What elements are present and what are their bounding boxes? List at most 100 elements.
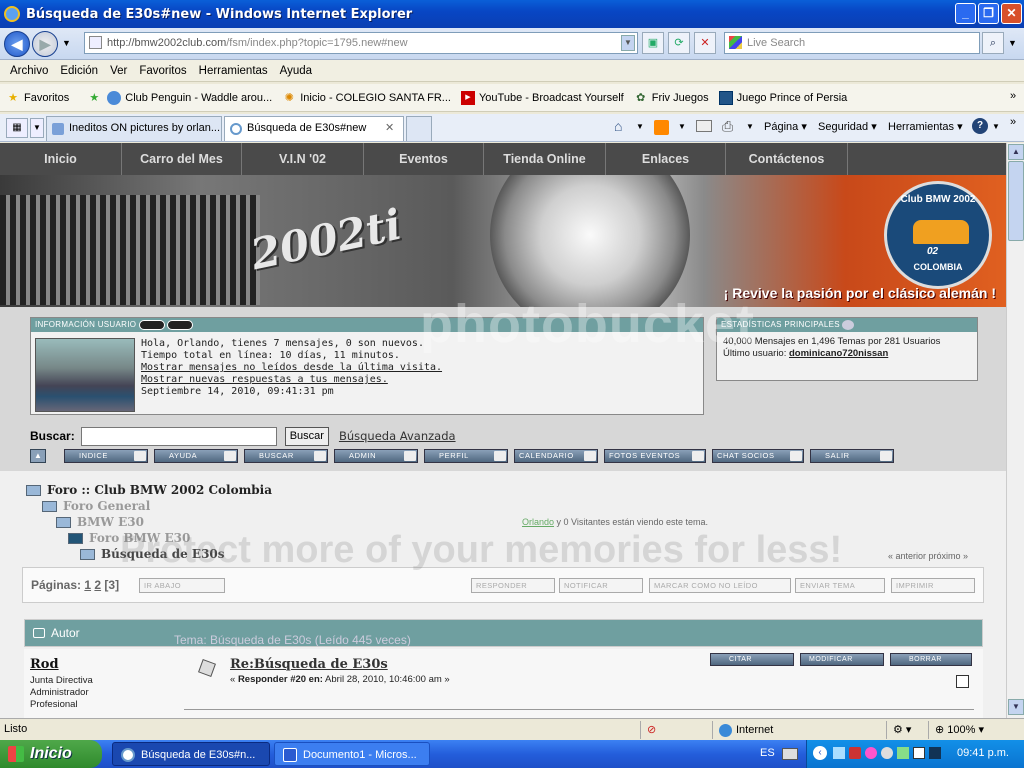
security-alert-icon[interactable]	[849, 747, 861, 759]
tools-menu[interactable]: Herramientas ▾	[888, 120, 963, 133]
stop-icon[interactable]: ✕	[694, 32, 716, 54]
network-icon[interactable]	[833, 747, 845, 759]
post-author-link[interactable]: Rod	[30, 657, 59, 672]
nav-eventos[interactable]: Eventos	[364, 143, 484, 175]
salir-button[interactable]: SALIR	[810, 449, 894, 463]
language-indicator[interactable]: ES	[760, 747, 775, 759]
favorite-club-penguin[interactable]: Club Penguin - Waddle arou...	[107, 90, 272, 105]
breadcrumb-root[interactable]: Foro :: Club BMW 2002 Colombia	[26, 483, 272, 497]
menu-ver[interactable]: Ver	[104, 65, 133, 77]
help-dropdown[interactable]: ▼	[992, 122, 1000, 131]
breadcrumb-foro-general[interactable]: Foro General	[42, 499, 150, 513]
menu-favoritos[interactable]: Favoritos	[133, 65, 192, 77]
ayuda-button[interactable]: AYUDA	[154, 449, 238, 463]
nav-vin[interactable]: V.I.N '02	[242, 143, 364, 175]
calendario-button[interactable]: CALENDARIO	[514, 449, 598, 463]
prev-next-links[interactable]: « anterior próximo »	[888, 551, 968, 561]
more-commands-icon[interactable]: »	[1010, 116, 1016, 128]
scroll-up-icon[interactable]: ▲	[1008, 144, 1024, 160]
club-logo[interactable]: Club BMW 2002 02 COLOMBIA	[884, 181, 992, 289]
quote-button[interactable]: CITAR	[710, 653, 794, 666]
refresh-icon[interactable]: ⟳	[668, 32, 690, 54]
task-ie[interactable]: Búsqueda de E30s#n...	[112, 742, 270, 766]
breadcrumb-bmw-e30[interactable]: BMW E30	[56, 515, 144, 529]
live-search-input[interactable]: Live Search	[724, 32, 980, 54]
fotos-eventos-button[interactable]: FOTOS EVENTOS	[604, 449, 706, 463]
zoom-control[interactable]: ⊕ 100% ▾	[928, 721, 1018, 739]
page-menu[interactable]: Página ▾	[764, 120, 807, 133]
page-link-2[interactable]: 2	[94, 578, 101, 592]
nav-inicio[interactable]: Inicio	[0, 143, 122, 175]
search-button[interactable]: Buscar	[284, 426, 329, 446]
nav-tienda-online[interactable]: Tienda Online	[484, 143, 606, 175]
recent-pages-dropdown[interactable]: ▼	[62, 38, 71, 48]
modify-button[interactable]: MODIFICAR	[800, 653, 884, 666]
print-button[interactable]: IMPRIMIR	[891, 578, 975, 593]
perfil-button[interactable]: PERFIL	[424, 449, 508, 463]
start-button[interactable]: Inicio	[0, 740, 102, 768]
tray-expand-icon[interactable]: ‹	[813, 746, 827, 760]
vertical-scrollbar[interactable]: ▲ ▼	[1006, 143, 1024, 718]
nav-enlaces[interactable]: Enlaces	[606, 143, 726, 175]
collapse-up-icon[interactable]: ▲	[30, 449, 46, 463]
scrollbar-thumb[interactable]	[1008, 161, 1024, 241]
search-icon[interactable]: ⌕	[982, 32, 1004, 54]
search-options-dropdown[interactable]: ▼	[1008, 38, 1017, 48]
quick-tabs-icon[interactable]: ▦	[6, 118, 28, 138]
post-title-link[interactable]: Re:Búsqueda de E30s	[230, 657, 388, 672]
home-icon[interactable]: ⌂	[614, 118, 622, 134]
rss-icon[interactable]	[654, 120, 669, 135]
add-favorite-icon[interactable]: ★	[87, 91, 101, 105]
tab-busqueda[interactable]: Búsqueda de E30s#new ✕	[224, 116, 404, 141]
search-input[interactable]	[80, 426, 277, 446]
tab-photobucket[interactable]: Ineditos ON pictures by orlan...	[46, 116, 222, 141]
nav-carro-del-mes[interactable]: Carro del Mes	[122, 143, 242, 175]
address-dropdown-icon[interactable]: ▼	[621, 35, 635, 51]
feeds-dropdown[interactable]: ▼	[678, 122, 686, 131]
send-topic-button[interactable]: ENVIAR TEMA	[795, 578, 885, 593]
messenger-icon[interactable]	[865, 747, 877, 759]
last-user-link[interactable]: dominicano720nissan	[789, 348, 888, 359]
favorite-youtube[interactable]: ▶ YouTube - Broadcast Yourself	[460, 90, 624, 105]
back-button[interactable]: ◀	[4, 31, 30, 57]
toggle-icon[interactable]	[842, 319, 855, 330]
indice-button[interactable]: INDICE	[64, 449, 148, 463]
toggle-icon[interactable]	[167, 319, 194, 330]
buscar-button[interactable]: BUSCAR	[244, 449, 328, 463]
help-icon[interactable]: ?	[972, 118, 988, 134]
minimize-button[interactable]: _	[955, 3, 976, 24]
print-dropdown[interactable]: ▼	[746, 122, 754, 131]
new-replies-link[interactable]: Mostrar nuevas respuestas a tus mensajes…	[141, 374, 442, 386]
close-window-button[interactable]: ✕	[1001, 3, 1022, 24]
task-word[interactable]: Documento1 - Micros...	[274, 742, 430, 766]
advanced-search-link[interactable]: Búsqueda Avanzada	[339, 429, 456, 443]
chat-socios-button[interactable]: CHAT SOCIOS	[712, 449, 804, 463]
menu-archivo[interactable]: Archivo	[4, 65, 54, 77]
delete-button[interactable]: BORRAR	[890, 653, 972, 666]
app-tray-icon[interactable]	[929, 747, 941, 759]
favorite-friv[interactable]: ✿ Friv Juegos	[634, 91, 708, 105]
favorite-colegio[interactable]: ✺ Inicio - COLEGIO SANTA FR...	[282, 91, 451, 105]
new-tab-button[interactable]	[406, 116, 432, 141]
favorites-button[interactable]: ★ Favoritos	[6, 91, 69, 105]
mail-icon[interactable]	[696, 120, 712, 132]
close-tab-icon[interactable]: ✕	[385, 121, 394, 134]
mark-unread-button[interactable]: MARCAR COMO NO LEÍDO	[649, 578, 791, 593]
address-bar[interactable]: http://bmw2002club.com/fsm/index.php?top…	[84, 32, 638, 54]
notificar-button[interactable]: NOTIFICAR	[559, 578, 643, 593]
more-favorites-icon[interactable]: »	[1010, 90, 1016, 102]
security-lock-icon[interactable]: ⚙ ▾	[886, 721, 926, 739]
scroll-down-icon[interactable]: ▼	[1008, 699, 1024, 715]
tab-list-dropdown[interactable]: ▼	[30, 118, 44, 138]
menu-ayuda[interactable]: Ayuda	[274, 65, 318, 77]
security-menu[interactable]: Seguridad ▾	[818, 120, 877, 133]
keyboard-icon[interactable]	[782, 748, 798, 760]
maximize-button[interactable]: ❐	[978, 3, 999, 24]
home-dropdown[interactable]: ▼	[636, 122, 644, 131]
volume-icon[interactable]	[897, 747, 909, 759]
forward-button[interactable]: ▶	[32, 31, 58, 57]
viewing-user-link[interactable]: Orlando	[522, 517, 554, 527]
menu-herramientas[interactable]: Herramientas	[193, 65, 274, 77]
favorite-prince-of-persia[interactable]: Juego Prince of Persia	[718, 90, 847, 105]
antivirus-icon[interactable]	[881, 747, 893, 759]
